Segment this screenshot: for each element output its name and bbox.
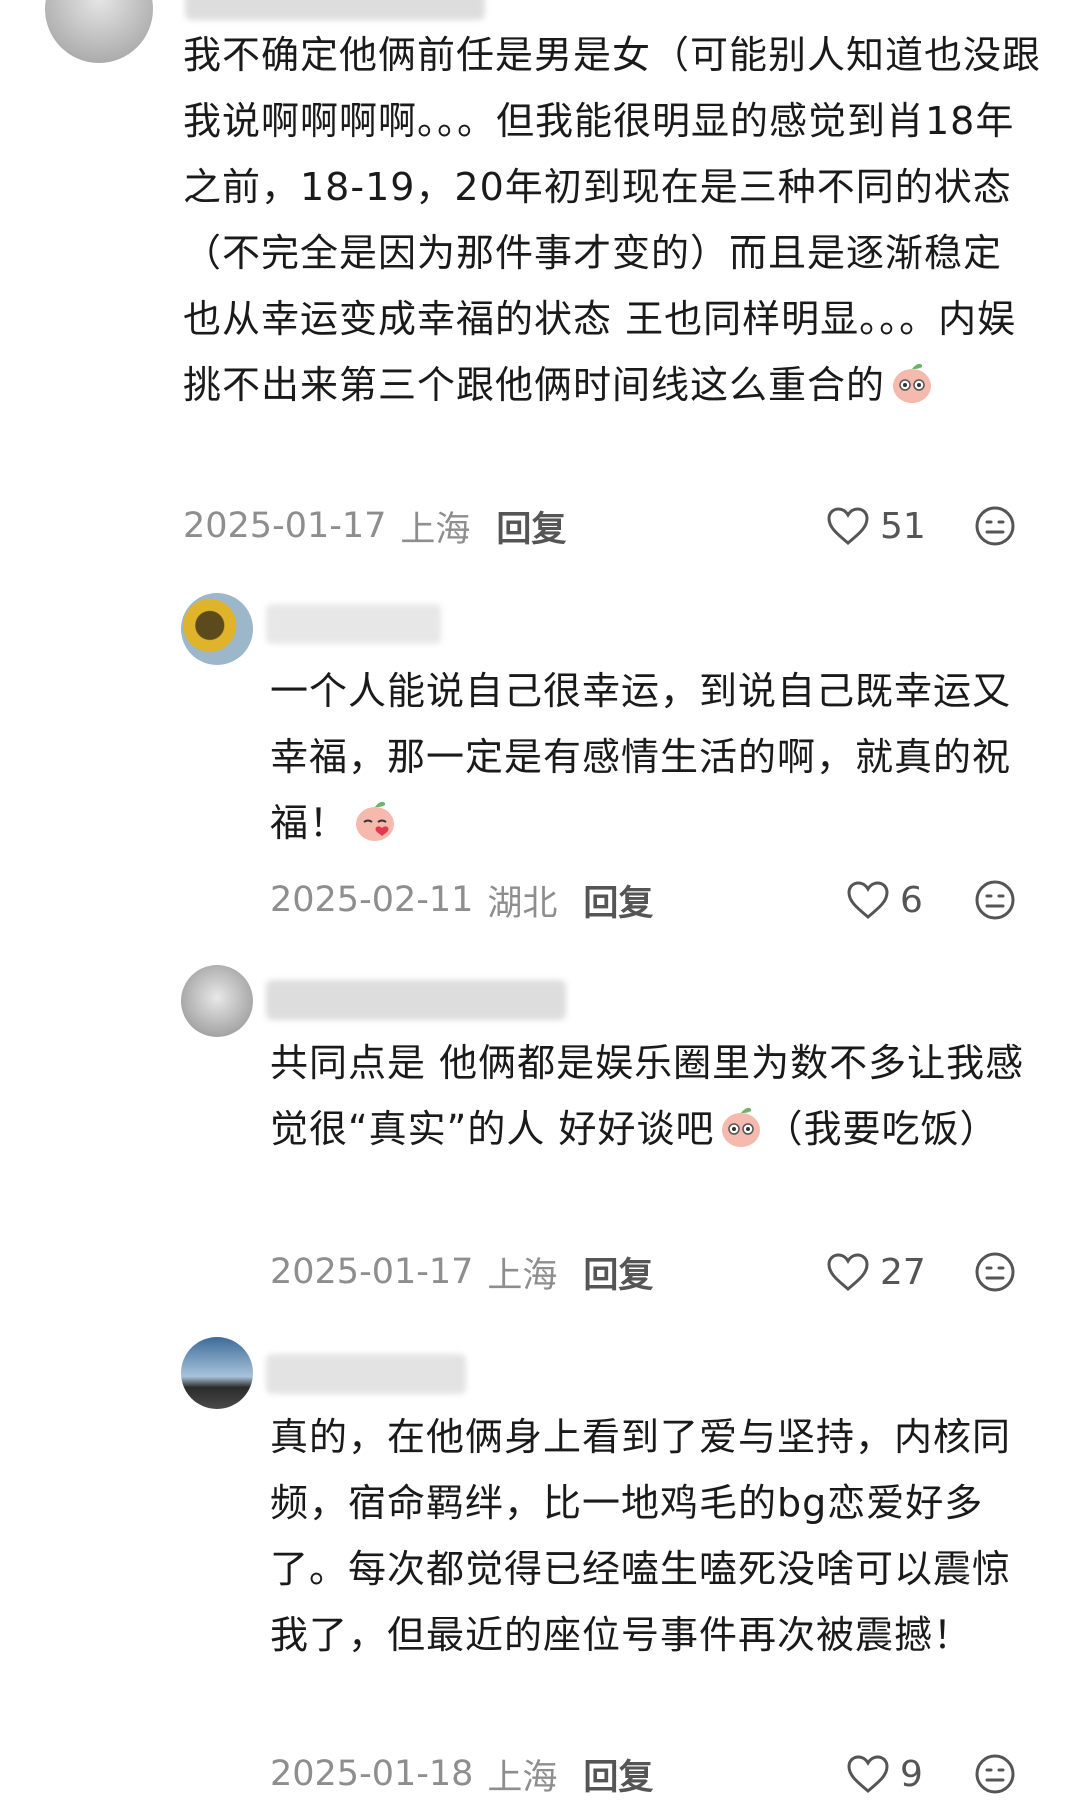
like-count: 6 <box>900 879 923 921</box>
comment-meta: 2025-01-17 上海 回复 <box>270 1246 653 1298</box>
comment-text: 我不确定他俩前任是男是女（可能别人知道也没跟我说啊啊啊啊。。。但我能很明显的感觉… <box>183 22 1043 418</box>
comment-location: 湖北 <box>487 883 558 924</box>
comment-location: 上海 <box>400 509 471 550</box>
heart-outline-icon <box>847 881 889 919</box>
heart-outline-icon <box>847 1755 889 1793</box>
comment-meta: 2025-01-18 上海 回复 <box>270 1748 653 1800</box>
peach-sticker-icon <box>889 360 935 406</box>
like-button[interactable]: 6 <box>846 874 923 926</box>
avatar[interactable] <box>45 0 153 63</box>
comment-date: 2025-02-11 <box>270 880 474 920</box>
comment-meta: 2025-01-17 上海 回复 <box>183 500 566 552</box>
comment-date: 2025-01-17 <box>183 506 387 546</box>
peach-sticker-icon <box>718 1104 764 1150</box>
comment-date: 2025-01-17 <box>270 1252 474 1292</box>
comment-text: 共同点是 他俩都是娱乐圈里为数不多让我感觉很“真实”的人 好好谈吧 （我要吃饭） <box>270 1030 1045 1162</box>
emoji-face-icon[interactable] <box>974 505 1016 547</box>
like-button[interactable]: 51 <box>826 500 926 552</box>
comment-text: 真的，在他俩身上看到了爱与坚持，内核同频，宿命羁绊，比一地鸡毛的bg恋爱好多了。… <box>270 1404 1045 1668</box>
comment-location: 上海 <box>487 1757 558 1798</box>
username-blurred[interactable] <box>266 980 566 1020</box>
avatar[interactable] <box>181 593 253 665</box>
like-count: 9 <box>900 1753 923 1795</box>
username-blurred[interactable] <box>185 0 485 20</box>
username-blurred[interactable] <box>266 1354 466 1394</box>
like-button[interactable]: 27 <box>826 1246 926 1298</box>
comment-text-content: 我不确定他俩前任是男是女（可能别人知道也没跟我说啊啊啊啊。。。但我能很明显的感觉… <box>183 33 1042 407</box>
username-blurred[interactable] <box>266 604 441 644</box>
avatar[interactable] <box>181 965 253 1037</box>
comment-location: 上海 <box>487 1255 558 1296</box>
heart-outline-icon <box>827 507 869 545</box>
comment-date: 2025-01-18 <box>270 1754 474 1794</box>
like-count: 27 <box>880 1251 926 1293</box>
comment-text-suffix: （我要吃饭） <box>764 1107 999 1151</box>
reply-button[interactable]: 回复 <box>583 1749 653 1800</box>
emoji-face-icon[interactable] <box>974 1753 1016 1795</box>
reply-button[interactable]: 回复 <box>583 875 653 926</box>
comment-text-content: 真的，在他俩身上看到了爱与坚持，内核同频，宿命羁绊，比一地鸡毛的bg恋爱好多了。… <box>270 1415 1012 1657</box>
reply-button[interactable]: 回复 <box>496 501 566 552</box>
heart-outline-icon <box>827 1253 869 1291</box>
emoji-face-icon[interactable] <box>974 1251 1016 1293</box>
emoji-face-icon[interactable] <box>974 879 1016 921</box>
comment-meta: 2025-02-11 湖北 回复 <box>270 874 653 926</box>
reply-button[interactable]: 回复 <box>583 1247 653 1298</box>
comment-text: 一个人能说自己很幸运，到说自己既幸运又幸福，那一定是有感情生活的啊，就真的祝福！ <box>270 658 1045 856</box>
peach-sticker-icon <box>352 798 398 844</box>
like-button[interactable]: 9 <box>846 1748 923 1800</box>
avatar[interactable] <box>181 1337 253 1409</box>
like-count: 51 <box>880 505 926 547</box>
